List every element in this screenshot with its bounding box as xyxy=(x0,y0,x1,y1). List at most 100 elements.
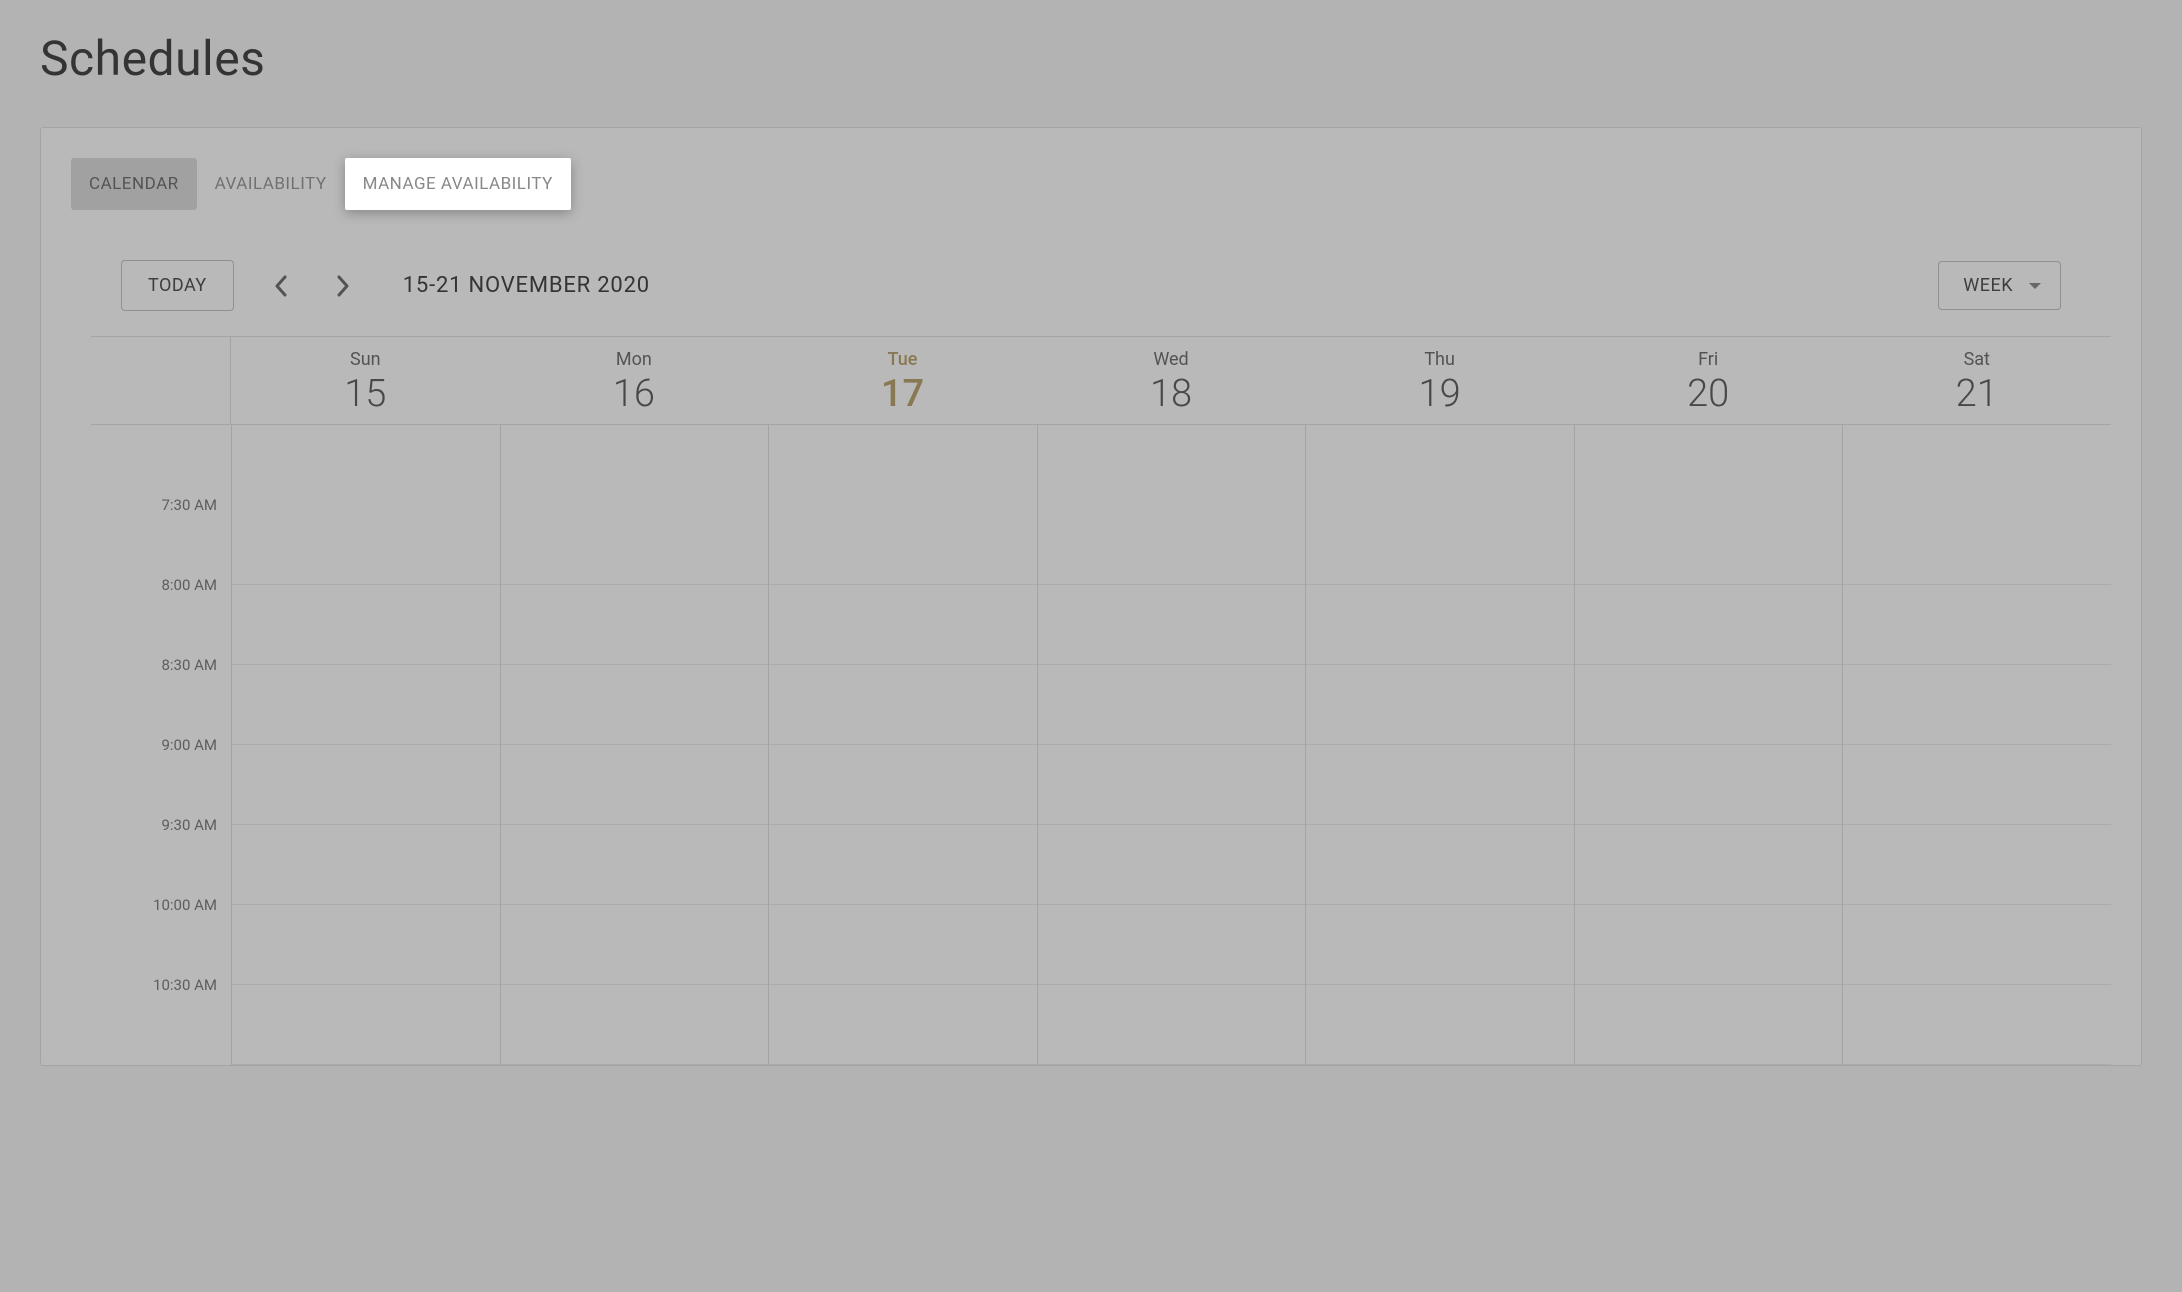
time-slot[interactable] xyxy=(1306,825,1574,905)
today-button[interactable]: TODAY xyxy=(121,260,234,311)
time-label: 9:30 AM xyxy=(91,816,231,896)
day-name: Fri xyxy=(1574,349,1843,370)
time-slot[interactable] xyxy=(501,665,769,745)
day-col-tue xyxy=(768,425,1037,1065)
tab-calendar[interactable]: CALENDAR xyxy=(71,158,197,210)
time-slot[interactable] xyxy=(1843,425,2111,585)
time-slot[interactable] xyxy=(1038,825,1306,905)
calendar-grid xyxy=(231,425,2111,1065)
view-select[interactable]: WEEK xyxy=(1938,261,2061,310)
time-slot[interactable] xyxy=(1575,665,1843,745)
time-slot[interactable] xyxy=(501,905,769,985)
time-label: 8:30 AM xyxy=(91,656,231,736)
chevron-left-icon xyxy=(274,275,288,297)
day-col-fri xyxy=(1574,425,1843,1065)
day-num: 19 xyxy=(1305,372,1574,416)
time-label: 10:00 AM xyxy=(91,896,231,976)
time-slot[interactable] xyxy=(1575,825,1843,905)
time-slot[interactable] xyxy=(1843,585,2111,665)
view-select-label: WEEK xyxy=(1963,275,2013,296)
day-header-sat[interactable]: Sat 21 xyxy=(1842,337,2111,424)
day-col-sun xyxy=(231,425,500,1065)
time-slot[interactable] xyxy=(1306,425,1574,585)
time-slot[interactable] xyxy=(232,425,500,585)
day-header-fri[interactable]: Fri 20 xyxy=(1574,337,1843,424)
time-slot[interactable] xyxy=(1306,665,1574,745)
day-num: 17 xyxy=(768,372,1037,416)
time-slot[interactable] xyxy=(1843,985,2111,1065)
date-range-label: 15-21 NOVEMBER 2020 xyxy=(403,273,650,298)
time-slot[interactable] xyxy=(769,985,1037,1065)
calendar-body: 7:30 AM 8:00 AM 8:30 AM 9:00 AM 9:30 AM … xyxy=(91,425,2111,1065)
time-label: 9:00 AM xyxy=(91,736,231,816)
time-slot[interactable] xyxy=(1038,585,1306,665)
prev-week-button[interactable] xyxy=(259,264,303,308)
time-slot[interactable] xyxy=(1038,745,1306,825)
day-name: Tue xyxy=(768,349,1037,370)
tabs: CALENDAR AVAILABILITY MANAGE AVAILABILIT… xyxy=(71,158,2111,210)
time-slot[interactable] xyxy=(1038,665,1306,745)
time-slot[interactable] xyxy=(1306,905,1574,985)
time-slot[interactable] xyxy=(501,825,769,905)
chevron-right-icon xyxy=(336,275,350,297)
time-slot[interactable] xyxy=(501,585,769,665)
time-slot[interactable] xyxy=(232,745,500,825)
time-slot[interactable] xyxy=(1575,585,1843,665)
time-slot[interactable] xyxy=(1575,985,1843,1065)
time-slot[interactable] xyxy=(769,825,1037,905)
time-slot[interactable] xyxy=(769,585,1037,665)
time-slot[interactable] xyxy=(769,425,1037,585)
day-name: Mon xyxy=(500,349,769,370)
time-slot[interactable] xyxy=(1038,905,1306,985)
day-header-mon[interactable]: Mon 16 xyxy=(500,337,769,424)
time-slot[interactable] xyxy=(501,985,769,1065)
calendar-toolbar: TODAY 15-21 NOVEMBER 2020 WEEK xyxy=(71,260,2111,336)
time-slot[interactable] xyxy=(1843,665,2111,745)
time-slot[interactable] xyxy=(769,665,1037,745)
time-slot[interactable] xyxy=(501,745,769,825)
time-slot[interactable] xyxy=(1843,905,2111,985)
time-slot[interactable] xyxy=(1038,985,1306,1065)
day-header-thu[interactable]: Thu 19 xyxy=(1305,337,1574,424)
day-col-sat xyxy=(1842,425,2111,1065)
day-num: 18 xyxy=(1037,372,1306,416)
time-slot[interactable] xyxy=(1575,425,1843,585)
time-slot[interactable] xyxy=(232,905,500,985)
time-slot[interactable] xyxy=(769,905,1037,985)
day-num: 16 xyxy=(500,372,769,416)
time-slot[interactable] xyxy=(232,665,500,745)
caret-down-icon xyxy=(2028,282,2042,290)
schedules-panel: CALENDAR AVAILABILITY MANAGE AVAILABILIT… xyxy=(40,127,2142,1066)
day-name: Thu xyxy=(1305,349,1574,370)
time-slot[interactable] xyxy=(232,985,500,1065)
time-gutter: 7:30 AM 8:00 AM 8:30 AM 9:00 AM 9:30 AM … xyxy=(91,425,231,1065)
day-num: 20 xyxy=(1574,372,1843,416)
time-slot[interactable] xyxy=(1306,585,1574,665)
day-name: Sat xyxy=(1842,349,2111,370)
time-label: 8:00 AM xyxy=(91,576,231,656)
day-name: Wed xyxy=(1037,349,1306,370)
day-header-wed[interactable]: Wed 18 xyxy=(1037,337,1306,424)
time-slot[interactable] xyxy=(1038,425,1306,585)
day-num: 21 xyxy=(1842,372,2111,416)
tab-availability[interactable]: AVAILABILITY xyxy=(197,158,345,210)
time-gutter-header xyxy=(91,337,231,424)
time-label: 7:30 AM xyxy=(91,425,231,585)
time-slot[interactable] xyxy=(501,425,769,585)
time-slot[interactable] xyxy=(1575,745,1843,825)
tab-manage-availability[interactable]: MANAGE AVAILABILITY xyxy=(345,158,571,210)
day-name: Sun xyxy=(231,349,500,370)
time-slot[interactable] xyxy=(232,825,500,905)
next-week-button[interactable] xyxy=(321,264,365,308)
day-header-tue[interactable]: Tue 17 xyxy=(768,337,1037,424)
day-headers: Sun 15 Mon 16 Tue 17 Wed 18 Thu 19 xyxy=(91,337,2111,425)
time-slot[interactable] xyxy=(1575,905,1843,985)
time-slot[interactable] xyxy=(1306,985,1574,1065)
page-title: Schedules xyxy=(40,30,2142,87)
time-slot[interactable] xyxy=(232,585,500,665)
time-slot[interactable] xyxy=(1843,745,2111,825)
time-slot[interactable] xyxy=(769,745,1037,825)
day-header-sun[interactable]: Sun 15 xyxy=(231,337,500,424)
time-slot[interactable] xyxy=(1843,825,2111,905)
time-slot[interactable] xyxy=(1306,745,1574,825)
